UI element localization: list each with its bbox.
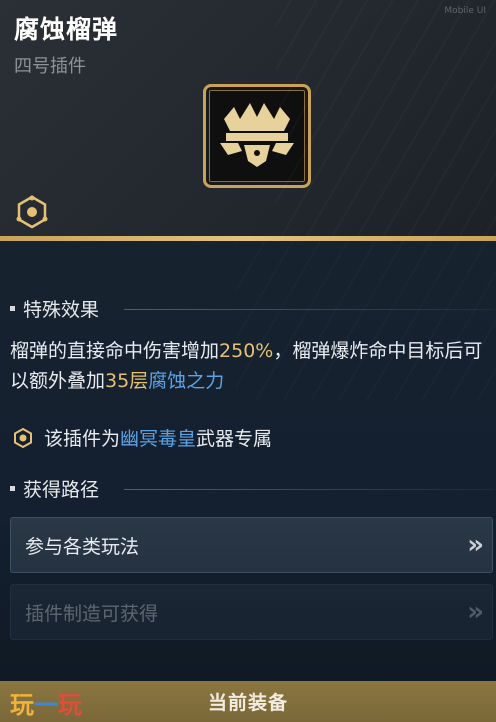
weapon-name-link[interactable]: 幽冥毒皇 [120, 424, 196, 451]
section-rule [124, 309, 494, 310]
current-equip-label: 当前装备 [207, 692, 288, 714]
effect-description: 榴弹的直接命中伤害增加250%，榴弹爆炸命中目标后可以额外叠加35层腐蚀之力 [10, 336, 490, 396]
watermark-char: 一 [34, 691, 58, 719]
stack-count-value: 35层 [105, 370, 149, 392]
section-title: 获得路径 [23, 479, 100, 501]
damage-bonus-value: 250% [219, 340, 274, 362]
section-title: 特殊效果 [23, 299, 100, 321]
exclusive-suffix: 武器专属 [196, 428, 273, 450]
watermark-logo: 玩一玩 [10, 685, 82, 720]
effect-text: 榴弹的直接命中伤害增加 [10, 340, 220, 362]
item-header: 腐蚀榴弹 四号插件 Mobile UI [0, 0, 496, 240]
route-button-gameplay[interactable]: 参与各类玩法 » [10, 517, 493, 573]
weapon-exclusive-note: 该插件为 幽冥毒皇 武器专属 [12, 424, 272, 451]
double-chevron-right-icon: » [467, 530, 484, 560]
double-chevron-right-icon: » [467, 597, 484, 627]
bullet-square [10, 306, 15, 311]
route-label: 参与各类玩法 [25, 535, 140, 558]
exclusive-prefix: 该插件为 [44, 428, 121, 450]
watermark-char: 玩 [10, 691, 34, 719]
grenade-crown-icon [203, 84, 311, 188]
section-special-effect: 特殊效果 [10, 295, 99, 322]
section-acquire: 获得路径 [10, 475, 99, 502]
item-slot-label: 四号插件 [14, 56, 86, 77]
route-button-crafting[interactable]: 插件制造可获得 » [10, 584, 493, 640]
item-title: 腐蚀榴弹 [14, 15, 119, 44]
watermark-char: 玩 [58, 691, 82, 719]
weapon-hex-icon [16, 195, 48, 229]
corner-mark: Mobile UI [444, 6, 486, 16]
effect-name-link[interactable]: 腐蚀之力 [148, 370, 224, 392]
weapon-hex-small-icon [14, 427, 32, 448]
route-label: 插件制造可获得 [25, 602, 159, 625]
bullet-square [10, 486, 15, 491]
section-rule [124, 489, 494, 490]
